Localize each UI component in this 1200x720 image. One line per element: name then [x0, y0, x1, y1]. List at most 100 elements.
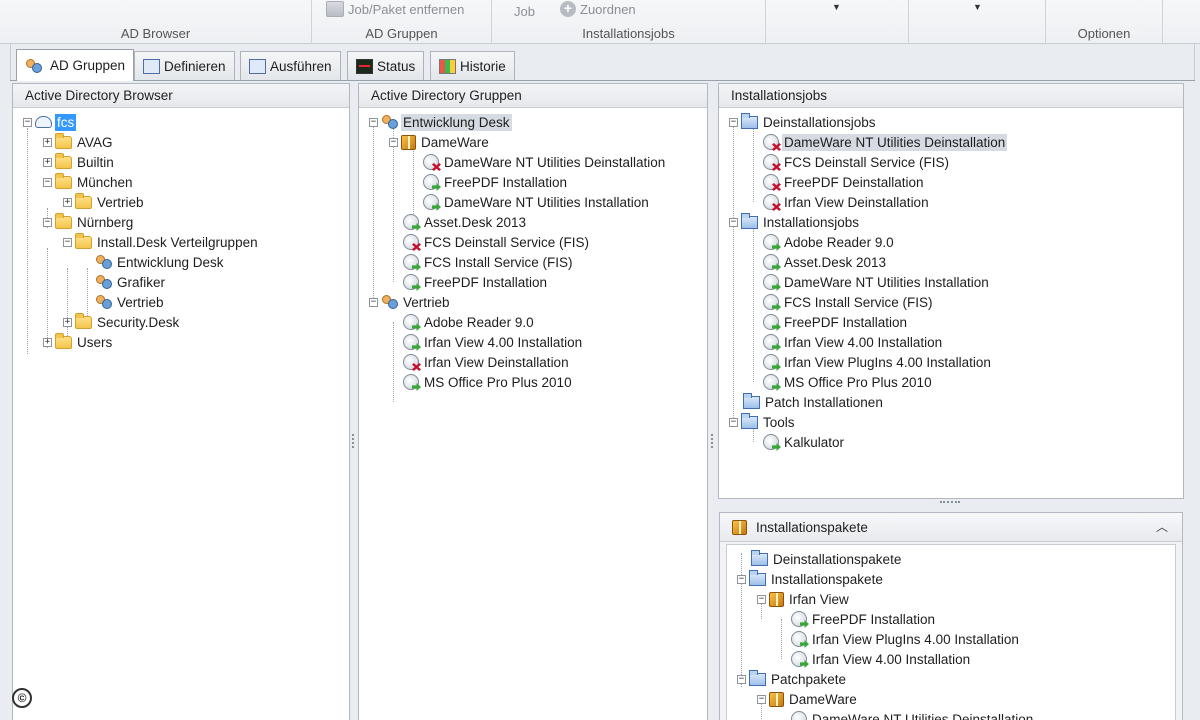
collapse-toggle[interactable]: − — [389, 137, 398, 147]
expand-toggle[interactable]: + — [63, 317, 72, 327]
tree-node[interactable]: + Security.Desk — [63, 312, 181, 332]
remove-job-package-button[interactable]: Job/Paket entfernen — [326, 0, 464, 18]
tab-status[interactable]: Status — [347, 51, 425, 80]
panel-ad-browser: Active Directory Browser − fcs + AVAG + … — [12, 83, 350, 720]
tree-node[interactable]: − München — [43, 172, 135, 192]
tree-node[interactable]: Patch Installationen — [743, 392, 885, 412]
install-job-icon — [763, 274, 779, 290]
collapse-toggle[interactable]: − — [757, 594, 766, 604]
job-button[interactable]: Job — [514, 2, 535, 20]
tree-node-label: Entwicklung Desk — [117, 254, 224, 270]
expand-toggle[interactable]: + — [43, 337, 52, 347]
dropdown-arrow-icon[interactable]: ▼ — [832, 2, 841, 12]
tree-node[interactable]: − Installationsjobs — [729, 212, 861, 232]
tree-node[interactable]: Asset.Desk 2013 — [763, 252, 888, 272]
install-job-icon — [403, 214, 419, 230]
tree-node[interactable]: FreePDF Installation — [403, 272, 549, 292]
tree-node[interactable]: − DameWare — [389, 132, 491, 152]
install-job-icon — [763, 294, 779, 310]
splitter-handle[interactable] — [711, 434, 714, 448]
expand-toggle[interactable]: + — [43, 157, 52, 167]
tree-node[interactable]: MS Office Pro Plus 2010 — [763, 372, 934, 392]
expand-toggle[interactable]: + — [43, 137, 52, 147]
horizontal-splitter-handle[interactable] — [940, 501, 960, 504]
install-job-icon — [763, 254, 779, 270]
tree-node[interactable]: DameWare NT Utilities Installation — [423, 192, 651, 212]
tree-node[interactable]: Grafiker — [95, 272, 167, 292]
tree-node[interactable]: − Patchpakete — [737, 669, 848, 689]
splitter-handle[interactable] — [352, 434, 355, 448]
collapse-toggle[interactable]: − — [43, 217, 52, 227]
tree-node[interactable]: Asset.Desk 2013 — [403, 212, 528, 232]
ribbon-group-ad-browser: AD Browser — [0, 0, 312, 44]
tree-node[interactable]: Deinstallationspakete — [751, 549, 903, 569]
tree-node[interactable]: − Deinstallationsjobs — [729, 112, 878, 132]
tree-node[interactable]: FCS Install Service (FIS) — [403, 252, 575, 272]
uninstall-job-icon — [763, 194, 779, 210]
tree-node[interactable]: − DameWare — [757, 689, 859, 709]
tree-node[interactable]: FreePDF Installation — [791, 609, 937, 629]
open-folder-icon — [751, 549, 768, 566]
tree-node[interactable]: FreePDF Installation — [423, 172, 569, 192]
collapse-chevron-icon[interactable]: ︿ — [1156, 518, 1168, 535]
tree-node[interactable]: Irfan View 4.00 Installation — [791, 649, 972, 669]
tree-node[interactable]: Irfan View 4.00 Installation — [763, 332, 944, 352]
collapse-toggle[interactable]: − — [737, 674, 746, 684]
collapse-toggle[interactable]: − — [63, 237, 72, 247]
collapse-toggle[interactable]: − — [369, 117, 378, 127]
tree-node[interactable]: Adobe Reader 9.0 — [763, 232, 896, 252]
collapse-toggle[interactable]: − — [23, 117, 32, 127]
collapse-toggle[interactable]: − — [729, 417, 738, 427]
tree-node[interactable]: − Installationspakete — [737, 569, 885, 589]
assign-button[interactable]: + Zuordnen — [560, 0, 636, 18]
tab-ausfuehren[interactable]: Ausführen — [240, 51, 341, 80]
tree-node[interactable]: Entwicklung Desk — [95, 252, 226, 272]
tree-node-label: Irfan View Deinstallation — [784, 194, 929, 210]
tab-historie[interactable]: Historie — [430, 51, 515, 80]
tree-node[interactable]: + Vertrieb — [63, 192, 146, 212]
tree-node[interactable]: DameWare NT Utilities Installation — [763, 272, 991, 292]
collapse-toggle[interactable]: − — [729, 117, 738, 127]
tree-node[interactable]: DameWare NT Utilities Deinstallation — [791, 709, 1035, 720]
open-folder-icon — [743, 392, 760, 409]
tree-node-root[interactable]: − fcs — [23, 112, 77, 132]
tree-node[interactable]: − Install.Desk Verteilgruppen — [63, 232, 260, 252]
ribbon-group-caption: AD Gruppen — [365, 26, 438, 41]
tree-node[interactable]: − Entwicklung Desk — [369, 112, 512, 132]
tree-node[interactable]: FreePDF Deinstallation — [763, 172, 926, 192]
tree-node[interactable]: Irfan View Deinstallation — [403, 352, 571, 372]
dropdown-arrow-icon[interactable]: ▼ — [973, 2, 982, 12]
tree-node[interactable]: + Users — [43, 332, 114, 352]
tree-node[interactable]: MS Office Pro Plus 2010 — [403, 372, 574, 392]
tree-node[interactable]: Vertrieb — [95, 292, 166, 312]
tree-node[interactable]: − Tools — [729, 412, 797, 432]
tree-node[interactable]: Adobe Reader 9.0 — [403, 312, 536, 332]
collapse-toggle[interactable]: − — [757, 694, 766, 704]
tree-node[interactable]: − Nürnberg — [43, 212, 135, 232]
tree-node[interactable]: DameWare NT Utilities Deinstallation — [423, 152, 667, 172]
tree-node[interactable]: − Irfan View — [757, 589, 851, 609]
tab-definieren[interactable]: Definieren — [134, 51, 235, 80]
tree-node[interactable]: − Vertrieb — [369, 292, 452, 312]
subpanel-header[interactable]: Installationspakete ︿ — [720, 513, 1182, 542]
tree-node[interactable]: Kalkulator — [763, 432, 846, 452]
tree-node[interactable]: Irfan View Deinstallation — [763, 192, 931, 212]
tree-node[interactable]: Irfan View PlugIns 4.00 Installation — [791, 629, 1021, 649]
collapse-toggle[interactable]: − — [369, 297, 378, 307]
tree-node-label: DameWare NT Utilities Installation — [784, 274, 989, 290]
tree-node[interactable]: Irfan View PlugIns 4.00 Installation — [763, 352, 993, 372]
tree-node[interactable]: + Builtin — [43, 152, 116, 172]
tree-node[interactable]: FreePDF Installation — [763, 312, 909, 332]
collapse-toggle[interactable]: − — [737, 574, 746, 584]
collapse-toggle[interactable]: − — [729, 217, 738, 227]
tree-node[interactable]: DameWare NT Utilities Deinstallation — [763, 132, 1008, 152]
tab-ad-gruppen[interactable]: AD Gruppen — [16, 49, 135, 81]
tree-node[interactable]: Irfan View 4.00 Installation — [403, 332, 584, 352]
tree-node[interactable]: + AVAG — [43, 132, 115, 152]
tree-node[interactable]: FCS Deinstall Service (FIS) — [763, 152, 951, 172]
tree-node[interactable]: FCS Install Service (FIS) — [763, 292, 935, 312]
expand-toggle[interactable]: + — [63, 197, 72, 207]
tree-node[interactable]: FCS Deinstall Service (FIS) — [403, 232, 591, 252]
collapse-toggle[interactable]: − — [43, 177, 52, 187]
tree-node-label: Irfan View 4.00 Installation — [812, 651, 971, 667]
